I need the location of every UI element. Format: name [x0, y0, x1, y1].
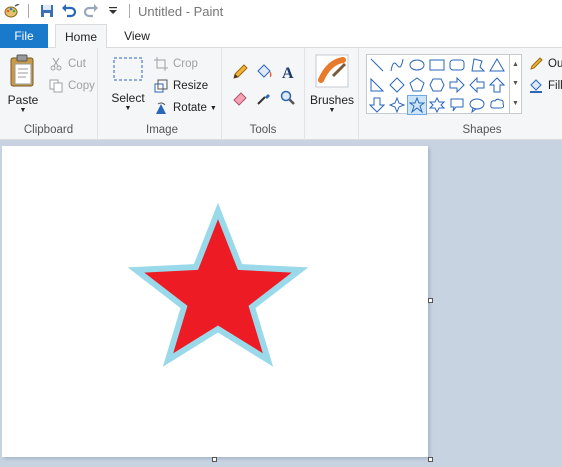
resize-icon [153, 78, 169, 94]
chevron-down-icon[interactable]: ▼ [512, 80, 519, 87]
chevron-down-icon: ▼ [19, 107, 27, 114]
fill-bucket-icon[interactable] [254, 62, 274, 82]
undo-icon[interactable] [59, 2, 79, 20]
crop-label: Crop [173, 58, 198, 70]
copy-label: Copy [68, 80, 95, 92]
pencil-icon[interactable] [230, 62, 250, 82]
copy-icon [48, 78, 64, 94]
separator [129, 4, 130, 18]
image-group-label: Image [146, 124, 178, 136]
brushes-label: Brushes [309, 93, 355, 107]
six-point-star-shape-icon[interactable] [427, 95, 447, 115]
canvas-drawing [127, 202, 309, 367]
drawing-canvas[interactable] [2, 146, 428, 457]
resize-button[interactable]: Resize [153, 78, 208, 94]
text-tool-icon[interactable]: A [278, 62, 298, 82]
fill-button[interactable]: Fill [528, 78, 562, 94]
clipboard-group-label: Clipboard [23, 124, 74, 136]
tab-view[interactable]: View [115, 24, 159, 48]
magnifier-icon[interactable] [278, 88, 298, 108]
clipboard-icon [9, 54, 37, 91]
rectangle-shape-icon[interactable] [427, 55, 447, 75]
paint-app-icon[interactable] [2, 2, 22, 20]
chevron-down-icon: ▼ [209, 104, 217, 112]
outline-button[interactable]: Ou [528, 56, 562, 72]
chevron-up-icon[interactable]: ▲ [512, 61, 519, 68]
rounded-rectangle-shape-icon[interactable] [447, 55, 467, 75]
outline-label: Ou [548, 58, 562, 70]
ribbon-tabs: File Home View [0, 22, 562, 49]
cloud-callout-shape-icon[interactable] [487, 95, 507, 115]
select-button[interactable]: Select ▼ [111, 56, 145, 113]
paste-button[interactable]: Paste ▼ [6, 54, 40, 115]
down-arrow-shape-icon[interactable] [367, 95, 387, 115]
window-title: Untitled - Paint [138, 3, 224, 19]
redo-icon[interactable] [81, 2, 101, 20]
customize-toolbar-icon[interactable] [103, 2, 123, 20]
tab-file[interactable]: File [0, 24, 48, 48]
brushes-group: Brushes ▼ [305, 48, 359, 140]
pentagon-shape-icon[interactable] [407, 75, 427, 95]
crop-button[interactable]: Crop [153, 56, 198, 72]
brushes-button[interactable]: Brushes ▼ [310, 54, 354, 115]
right-triangle-shape-icon[interactable] [367, 75, 387, 95]
crop-icon [153, 56, 169, 72]
tab-home[interactable]: Home [55, 24, 107, 49]
cut-button[interactable]: Cut [48, 56, 86, 72]
four-point-star-shape-icon[interactable] [387, 95, 407, 115]
cut-label: Cut [68, 58, 86, 70]
clipboard-group: Paste ▼ Cut Copy Clipboard [0, 48, 98, 140]
rotate-icon [153, 100, 169, 116]
separator [28, 4, 29, 18]
title-bar: Untitled - Paint [0, 0, 562, 22]
shapes-gallery [366, 54, 510, 115]
outline-pen-icon [528, 56, 544, 72]
eraser-icon[interactable] [230, 88, 250, 108]
color-picker-icon[interactable] [254, 88, 274, 108]
paste-label: Paste [7, 93, 39, 107]
scissors-icon [48, 56, 64, 72]
resize-label: Resize [173, 80, 209, 92]
image-group: Select ▼ Crop Resize Rotate ▼ Image [103, 48, 222, 140]
five-point-star-shape-icon[interactable] [407, 95, 427, 115]
polygon-shape-icon[interactable] [467, 55, 487, 75]
canvas-workspace [0, 141, 562, 467]
rotate-label: Rotate [173, 102, 207, 114]
oval-callout-shape-icon[interactable] [467, 95, 487, 115]
line-shape-icon[interactable] [367, 55, 387, 75]
up-arrow-shape-icon[interactable] [487, 75, 507, 95]
save-icon[interactable] [37, 2, 57, 20]
copy-button[interactable]: Copy [48, 78, 95, 94]
chevron-down-icon: ▼ [124, 105, 132, 112]
curve-shape-icon[interactable] [387, 55, 407, 75]
shapes-gallery-scroll[interactable]: ▲ ▼ ▼ [510, 54, 522, 114]
ribbon: Paste ▼ Cut Copy Clipboard Select ▼ Crop… [0, 48, 562, 140]
right-arrow-shape-icon[interactable] [447, 75, 467, 95]
fill-label: Fill [548, 80, 562, 92]
triangle-shape-icon[interactable] [487, 55, 507, 75]
resize-handle-bottom[interactable] [212, 457, 217, 462]
brush-icon [315, 54, 349, 91]
red-star-shape[interactable] [127, 202, 309, 367]
oval-shape-icon[interactable] [407, 55, 427, 75]
more-shapes-icon[interactable]: ▼ [512, 100, 519, 107]
left-arrow-shape-icon[interactable] [467, 75, 487, 95]
select-label: Select [111, 91, 145, 105]
fill-icon [528, 78, 544, 94]
shapes-group-label: Shapes [462, 124, 502, 136]
resize-handle-right[interactable] [428, 298, 433, 303]
tools-group: A Tools [222, 48, 305, 140]
diamond-shape-icon[interactable] [387, 75, 407, 95]
rotate-button[interactable]: Rotate ▼ [153, 100, 217, 116]
resize-handle-corner[interactable] [428, 457, 433, 462]
chevron-down-icon: ▼ [328, 107, 336, 114]
rounded-callout-shape-icon[interactable] [447, 95, 467, 115]
hexagon-shape-icon[interactable] [427, 75, 447, 95]
svg-text:A: A [282, 65, 294, 80]
select-rectangle-icon [112, 56, 144, 85]
tools-group-label: Tools [249, 124, 277, 136]
